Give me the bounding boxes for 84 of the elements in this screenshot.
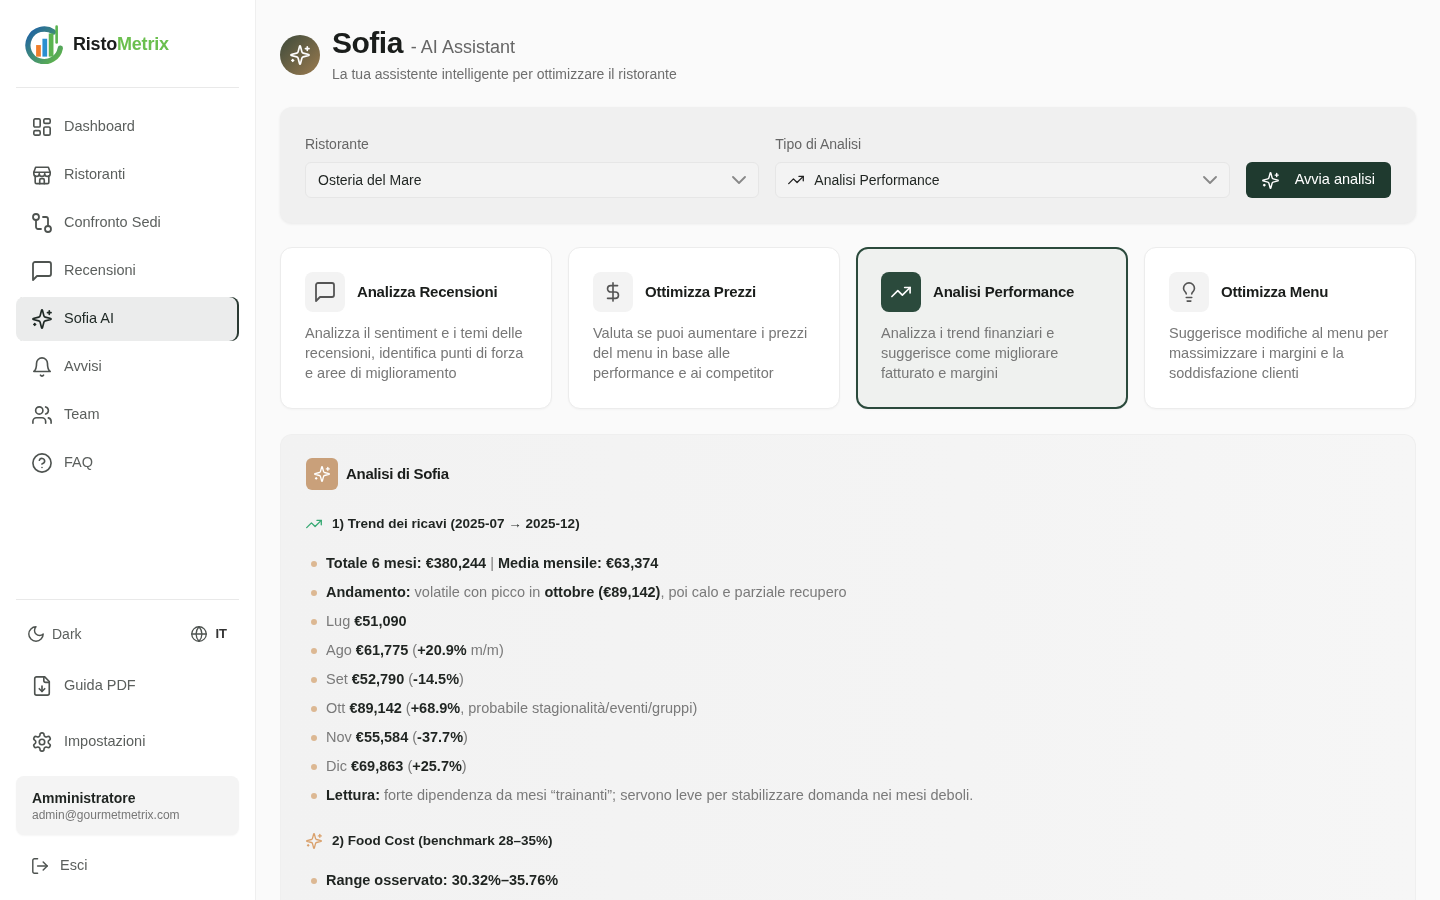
chevron-down-icon (1202, 173, 1217, 187)
bullet-text: Ago €61,775 (+20.9% m/m) (326, 641, 504, 660)
bullet-text: Andamento: volatile con picco in ottobre (€89,142), poi calo e parziale recupero (326, 583, 847, 602)
bullet-dot-icon (311, 647, 317, 654)
section-heading: 1) Trend dei ricavi (2025-07 → 2025-12) (332, 515, 580, 533)
run-analysis-button[interactable]: Avvia analisi (1245, 162, 1391, 198)
logout-icon (32, 858, 48, 874)
sparkles-icon (32, 309, 52, 329)
bullet-dot-icon (311, 877, 317, 884)
sidebar-item[interactable]: Recensioni (16, 249, 239, 293)
chat-icon (32, 261, 52, 281)
compare-icon (32, 213, 52, 233)
sparkles-icon (306, 458, 338, 490)
restaurant-select[interactable]: Osteria del Mare (305, 162, 760, 198)
theme-toggle[interactable]: Dark (28, 623, 82, 645)
dashboard-icon (32, 117, 52, 137)
file-download-icon (32, 676, 52, 696)
help-icon (32, 453, 52, 473)
bell-icon (32, 357, 52, 377)
field-label: Ristorante (305, 135, 370, 154)
language-switch[interactable]: IT (191, 624, 227, 644)
bullet-text: Nov €55,584 (-37.7%) (326, 728, 468, 747)
bullet-text: Set €52,790 (-14.5%) (326, 670, 464, 689)
analysis-type-select[interactable]: Analisi Performance (775, 162, 1230, 198)
bullet-dot-icon (311, 560, 317, 567)
chat-icon (305, 272, 345, 312)
bullet-dot-icon (311, 589, 317, 596)
sidebar-link[interactable]: Guida PDF (16, 664, 239, 708)
sparkles-icon (1261, 171, 1279, 189)
user-email: admin@gourmetmetrix.com (32, 808, 181, 823)
logo-text: Risto (73, 34, 117, 53)
page-title: Sofia (332, 26, 403, 60)
bullet-dot-icon (311, 676, 317, 683)
lightbulb-icon (1169, 272, 1209, 312)
bullet-text: Range osservato: 30.32%–35.76% (326, 871, 559, 890)
users-icon (32, 405, 52, 425)
card-description: Analizza i trend finanziari e suggerisce come migliorare fatturato e margini (881, 324, 1060, 383)
user-name: Amministratore (32, 789, 137, 808)
moon-icon (28, 626, 44, 642)
dollar-icon (593, 272, 633, 312)
bullet-text: Lettura: forte dipendenza da mesi “trainanti”; servono leve per stabilizzare domanda nei mesi deboli. (326, 786, 974, 805)
sidebar-item[interactable]: Avvisi (16, 345, 239, 389)
card-title: Analisi Performance (933, 281, 1075, 302)
settings-icon (32, 732, 52, 752)
sparkles-icon (306, 833, 322, 849)
logout-link[interactable]: Esci (16, 846, 239, 886)
trend-up-icon (881, 272, 921, 312)
bullet-text: Lug €51,090 (326, 612, 407, 631)
sidebar-item[interactable]: Dashboard (16, 105, 239, 149)
analysis-card[interactable]: Analizza Recensioni Analizza il sentiment e i temi delle recensioni, identifica punti di forza e aree di miglioramento (280, 247, 552, 409)
sidebar-item[interactable]: Ristoranti (16, 153, 239, 197)
card-description: Analizza il sentiment e i temi delle recensioni, identifica punti di forza e aree di miglioramento (305, 324, 525, 383)
chart-logo-icon (24, 23, 64, 64)
bullet-dot-icon (311, 734, 317, 741)
bullet-text: Ott €89,142 (+68.9%, probabile stagionalità/eventi/gruppi) (326, 699, 698, 718)
card-title: Analizza Recensioni (357, 281, 498, 302)
bullet-dot-icon (311, 618, 317, 625)
sidebar-link[interactable]: Impostazioni (16, 720, 239, 764)
page-subtitle: La tua assistente intelligente per ottimizzare il ristorante (332, 65, 677, 84)
section-heading: 2) Food Cost (benchmark 28–35%) (332, 832, 553, 850)
analysis-card[interactable]: Ottimizza Prezzi Valuta se puoi aumentare i prezzi del menu in base alle performance e ai competitor (568, 247, 840, 409)
analysis-card[interactable]: Ottimizza Menu Suggerisce modifiche al menu per massimizzare i margini e la soddisfazione clienti (1144, 247, 1416, 409)
result-title: Analisi di Sofia (346, 463, 449, 484)
sidebar-item[interactable]: Confronto Sedi (16, 201, 239, 245)
bullet-text: Totale 6 mesi: €380,244 | Media mensile: €63,374 (326, 554, 659, 573)
bullet-dot-icon (311, 705, 317, 712)
analysis-card[interactable]: Analisi Performance Analizza i trend finanziari e suggerisce come migliorare fatturato e margini (856, 247, 1128, 409)
chevron-down-icon (732, 173, 747, 187)
logo-accent-text: Metrix (117, 34, 169, 53)
card-title: Ottimizza Menu (1221, 281, 1329, 302)
sidebar-item[interactable]: FAQ (16, 441, 239, 485)
sidebar-item[interactable]: Team (16, 393, 239, 437)
store-icon (32, 165, 52, 185)
card-title: Ottimizza Prezzi (645, 281, 756, 302)
page-title-suffix: - AI Assistant (410, 36, 515, 59)
bullet-dot-icon (311, 792, 317, 799)
card-description: Suggerisce modifiche al menu per massimizzare i margini e la soddisfazione clienti (1169, 324, 1390, 383)
sidebar-item[interactable]: Sofia AI (16, 297, 239, 341)
globe-icon (191, 626, 208, 642)
field-label: Tipo di Analisi (775, 135, 863, 154)
card-description: Valuta se puoi aumentare i prezzi del menu in base alle performance e ai competitor (593, 324, 809, 383)
bullet-dot-icon (311, 763, 317, 770)
assistant-avatar-icon (280, 35, 320, 75)
bullet-text: Dic €69,863 (+25.7%) (326, 757, 467, 776)
